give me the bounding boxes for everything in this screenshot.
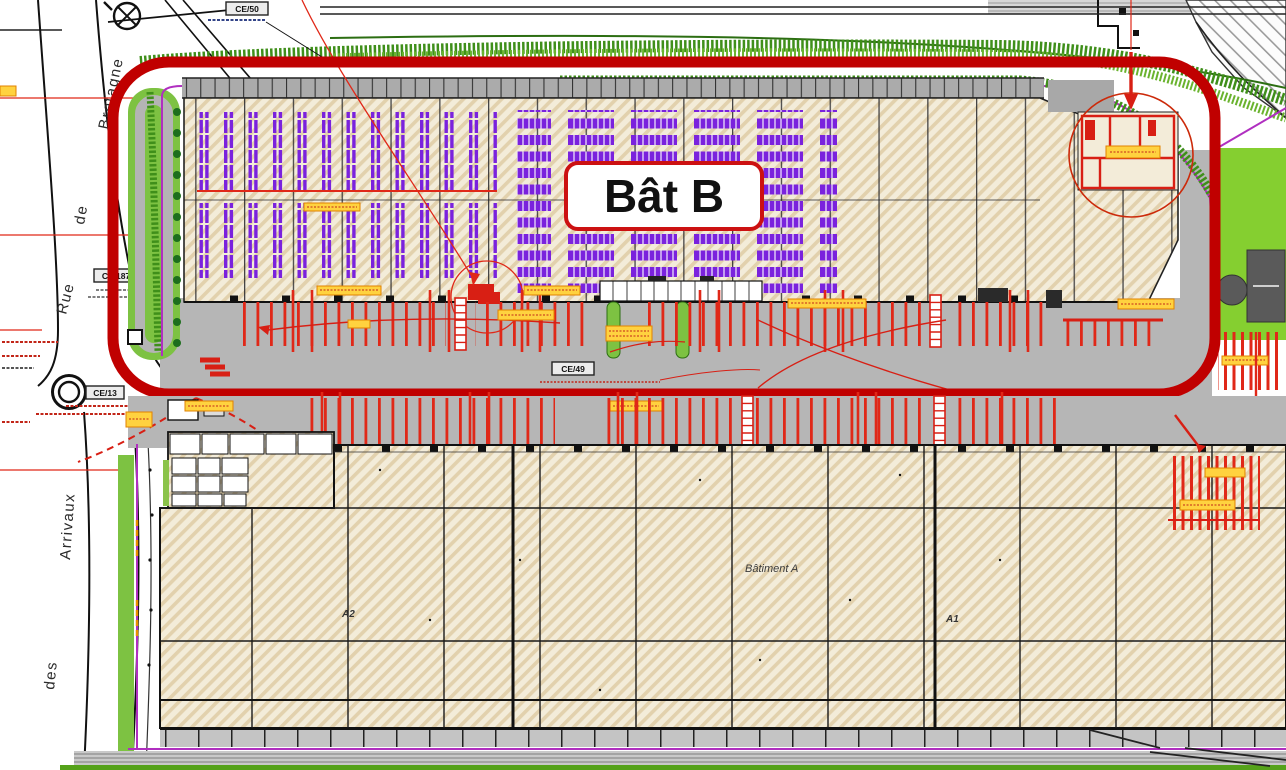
site-plan-drawing: Bretagne de Rue Arrivaux des CE/187 CE/1…: [0, 0, 1286, 770]
label-zone-a2: A2: [341, 609, 355, 620]
label-zone-a1: A1: [945, 614, 959, 625]
roundabout: [53, 376, 86, 409]
street-name-de: de: [71, 203, 91, 225]
site-plan-page: Bretagne de Rue Arrivaux des CE/187 CE/1…: [0, 0, 1286, 770]
label-batiment-a: Bâtiment A: [745, 563, 798, 575]
racking-west-lower: [197, 203, 497, 278]
street-name-des: des: [41, 660, 61, 690]
label-bat-b: Bât B: [604, 170, 724, 222]
bat-b-callout: Bât B: [566, 163, 762, 229]
racking-west-upper: [197, 112, 497, 190]
utility-tank: [1217, 275, 1247, 305]
label-ce50: CE/50: [235, 4, 259, 14]
building-a: Bâtiment A A2 A1: [60, 392, 1286, 770]
dock-marks: [236, 302, 446, 346]
label-ce13: CE/13: [93, 388, 117, 398]
label-ce49: CE/49: [561, 364, 585, 374]
east-dock-zone: [1168, 456, 1260, 530]
